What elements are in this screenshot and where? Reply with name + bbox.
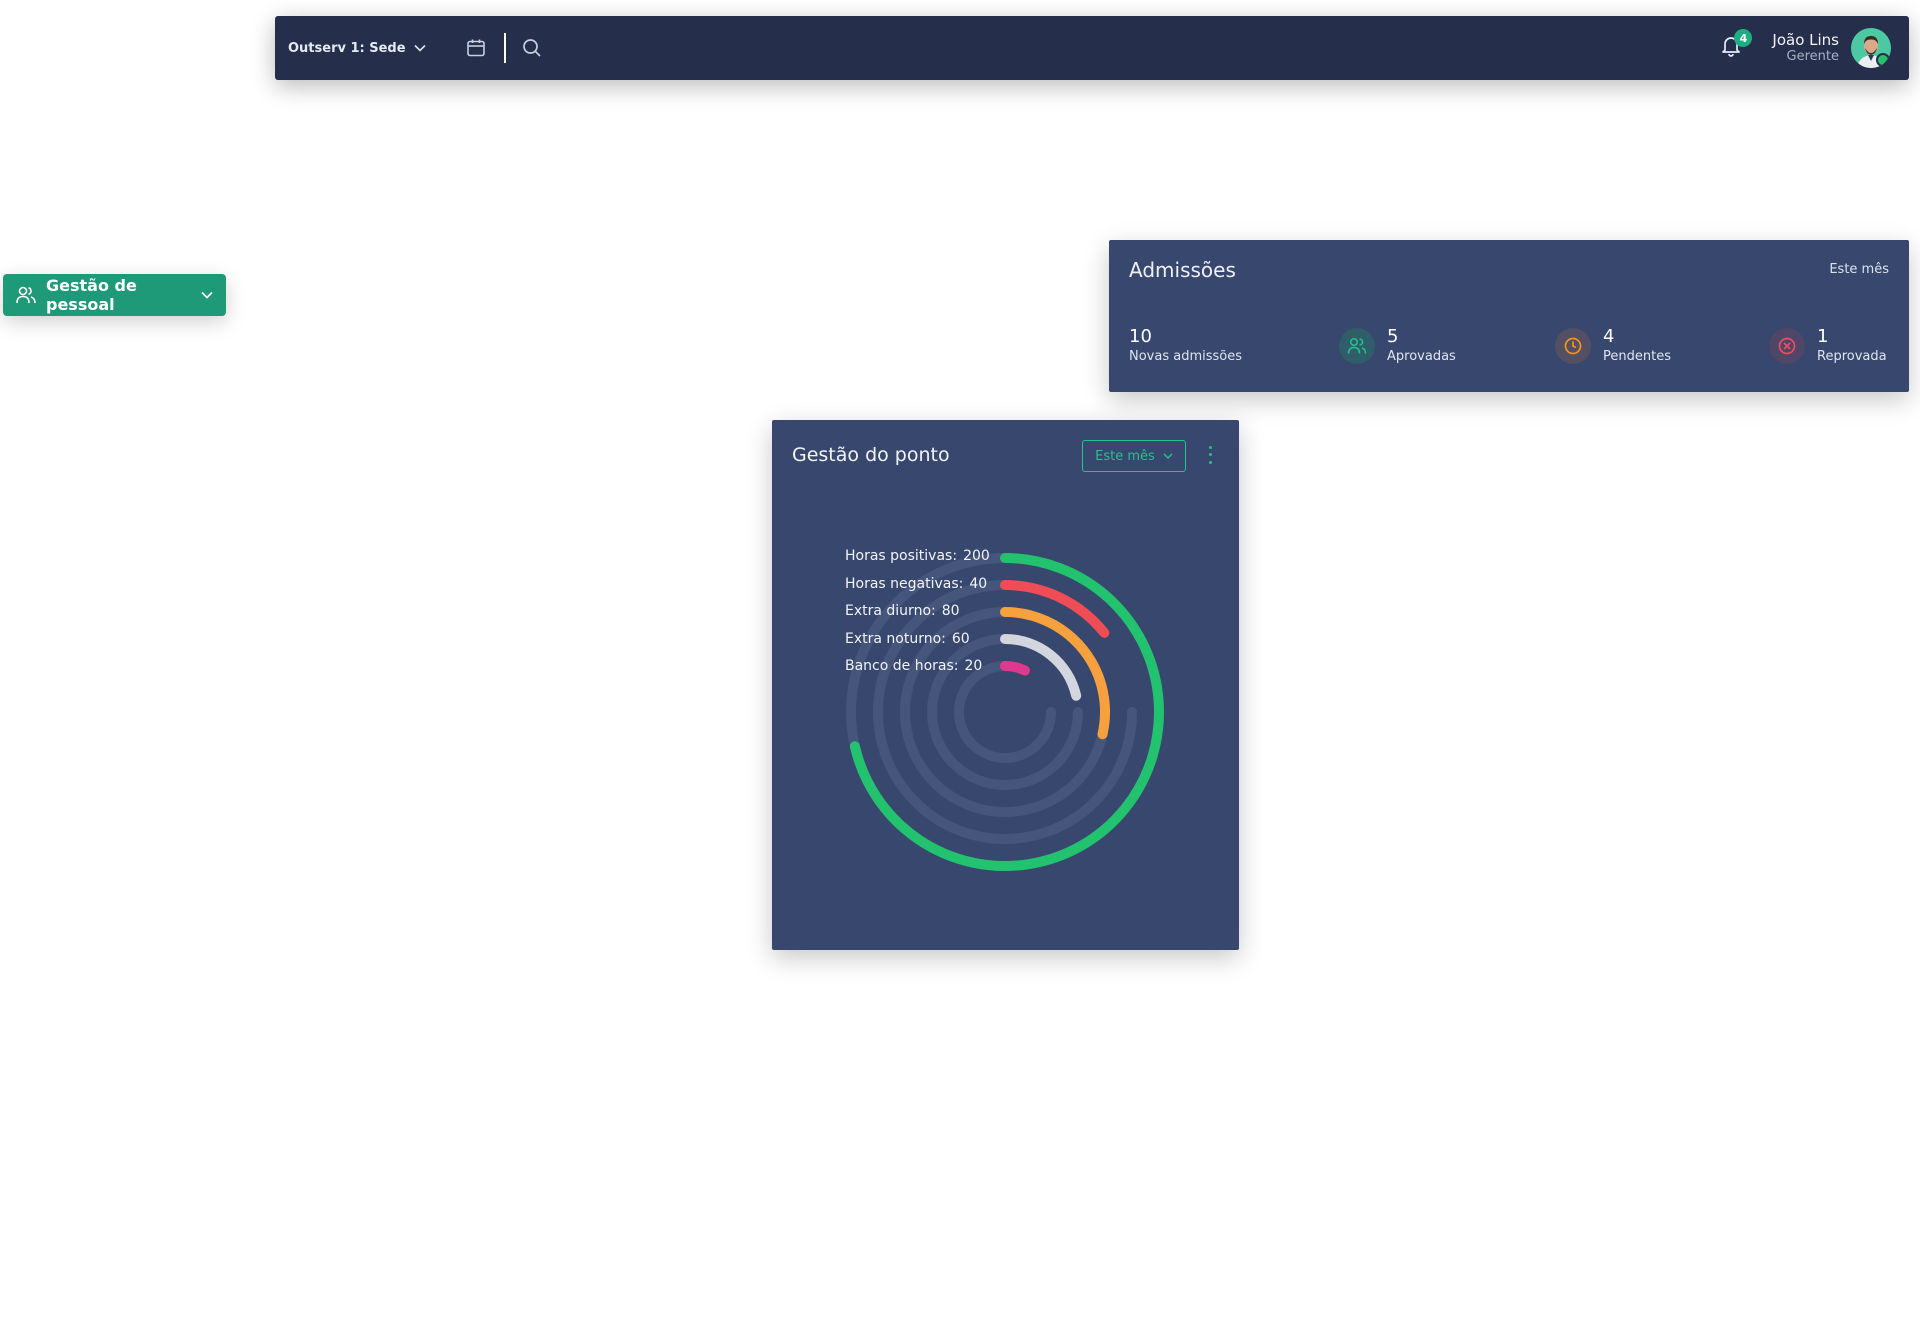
user-role: Gerente (1786, 49, 1839, 64)
branch-label: Outserv 1: Sede (288, 40, 406, 56)
legend-label: Horas negativas: (845, 575, 964, 592)
stat-label: Novas admissões (1129, 349, 1243, 364)
stat-pending: 4 Pendentes (1555, 326, 1671, 366)
top-navbar: Outserv 1: Sede 4 João Lins Gerente (275, 16, 1909, 80)
users-icon (1339, 328, 1375, 364)
menu-label: Gestão de pessoal (46, 276, 137, 314)
legend-value: 40 (969, 575, 988, 592)
radial-track (927, 707, 1083, 790)
legend-value: 20 (964, 658, 983, 674)
stat-approved: 5 Aprovadas (1339, 326, 1456, 366)
stat-value: 4 (1603, 326, 1615, 347)
chevron-down-icon (201, 291, 213, 299)
stat-value: 1 (1817, 326, 1829, 347)
admissions-title: Admissões (1129, 258, 1236, 282)
legend-value: 60 (951, 630, 970, 647)
legend-label: Horas positivas: (845, 548, 958, 564)
notification-badge: 4 (1734, 29, 1753, 47)
legend-label: Banco de horas: (845, 658, 959, 674)
time-tracking-card: Gestão do ponto Este mês Horas positivas… (772, 420, 1239, 950)
stat-new-admissions: 10 Novas admissões (1129, 326, 1242, 366)
search-icon[interactable] (518, 34, 546, 62)
legend-item: Extra noturno: 60 (845, 631, 970, 647)
radial-bar (1000, 661, 1030, 676)
calendar-icon[interactable] (462, 34, 490, 62)
branch-selector[interactable]: Outserv 1: Sede (288, 41, 426, 56)
legend-value: 80 (941, 603, 960, 619)
legend-value: 200 (963, 548, 990, 564)
user-info[interactable]: João Lins Gerente (1772, 31, 1839, 65)
people-management-menu-button[interactable]: Gestão de pessoal (3, 274, 226, 316)
notifications-button[interactable]: 4 (1716, 29, 1753, 63)
legend-item: Extra diurno: 80 (845, 603, 960, 619)
radial-bar-chart (846, 553, 1164, 871)
legend-label: Extra diurno: (845, 603, 936, 619)
avatar[interactable] (1851, 28, 1891, 68)
radial-track (873, 707, 1137, 844)
legend-item: Horas negativas: 40 (845, 576, 987, 592)
stat-rejected: 1 Reprovada (1769, 326, 1887, 366)
stat-label: Reprovada (1817, 349, 1887, 364)
stat-value: 5 (1387, 326, 1399, 347)
toolbar-divider (503, 33, 506, 63)
stat-label: Aprovadas (1387, 349, 1456, 364)
radial-track (927, 634, 1006, 713)
admissions-card: Admissões Este mês 10 Novas admissões 5 … (1109, 240, 1909, 392)
legend-label: Extra noturno: (845, 630, 946, 647)
radial-track (954, 707, 1056, 763)
users-icon (16, 286, 36, 304)
admissions-period[interactable]: Este mês (1829, 262, 1889, 277)
online-status-dot (1876, 53, 1890, 67)
legend-item: Horas positivas: 200 (845, 548, 990, 564)
legend-item: Banco de horas: 20 (845, 658, 982, 674)
chevron-down-icon (413, 41, 426, 56)
stat-value: 10 (1129, 326, 1152, 347)
clock-icon (1555, 328, 1591, 364)
stat-label: Pendentes (1603, 349, 1671, 364)
user-name: João Lins (1772, 31, 1839, 49)
x-circle-icon (1769, 328, 1805, 364)
